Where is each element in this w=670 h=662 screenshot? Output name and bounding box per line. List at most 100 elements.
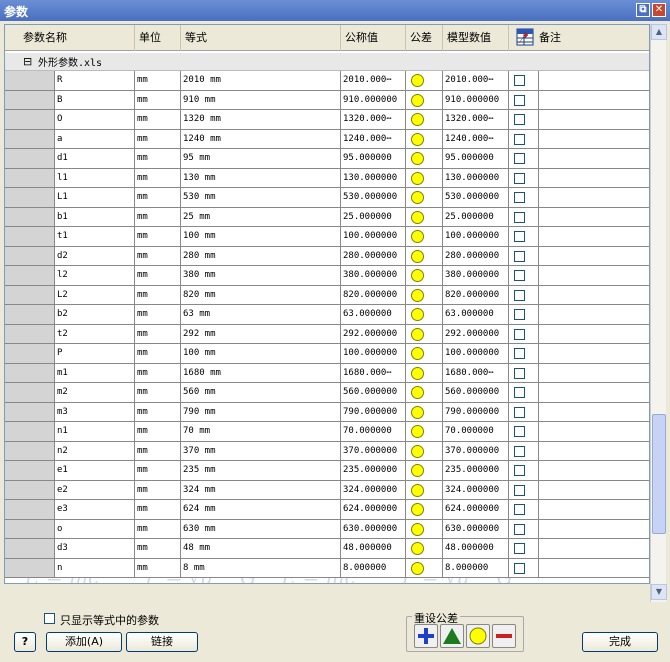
- param-nominal[interactable]: 1240.000⋯: [341, 129, 406, 149]
- param-equation[interactable]: 292 mm: [181, 324, 341, 344]
- param-unit[interactable]: mm: [135, 246, 181, 266]
- param-unit[interactable]: mm: [135, 500, 181, 520]
- param-export-checkbox[interactable]: [509, 519, 539, 539]
- param-export-checkbox[interactable]: [509, 90, 539, 110]
- param-tolerance[interactable]: [406, 246, 443, 266]
- yellow-circle-icon[interactable]: [411, 366, 424, 380]
- param-nominal[interactable]: 624.000000: [341, 500, 406, 520]
- yellow-circle-icon[interactable]: [411, 191, 424, 204]
- column-header-tolerance[interactable]: 公差: [406, 25, 443, 51]
- param-equation[interactable]: 70 mm: [181, 422, 341, 442]
- param-tolerance[interactable]: [406, 305, 443, 325]
- yellow-circle-icon[interactable]: [411, 74, 424, 87]
- param-tolerance[interactable]: [406, 285, 443, 305]
- table-row[interactable]: b1 mm 25 mm 25.000000 25.000000: [5, 207, 649, 227]
- param-name[interactable]: e2: [55, 480, 135, 500]
- param-export-checkbox[interactable]: [509, 71, 539, 91]
- param-tolerance[interactable]: [406, 500, 443, 520]
- table-row[interactable]: a mm 1240 mm 1240.000⋯ 1240.000⋯: [5, 129, 649, 149]
- param-model-value[interactable]: 560.000000: [443, 383, 509, 403]
- param-nominal[interactable]: 100.000000: [341, 227, 406, 247]
- param-export-checkbox[interactable]: [509, 461, 539, 481]
- restore-button[interactable]: ⧉: [636, 3, 650, 17]
- param-equation[interactable]: 8 mm: [181, 558, 341, 578]
- param-model-value[interactable]: 2010.000⋯: [443, 71, 509, 91]
- table-row[interactable]: l1 mm 130 mm 130.000000 130.000000: [5, 168, 649, 188]
- show-equations-only-checkbox[interactable]: [44, 613, 55, 624]
- param-unit[interactable]: mm: [135, 480, 181, 500]
- export-checkbox[interactable]: [514, 484, 525, 496]
- param-model-value[interactable]: 25.000000: [443, 207, 509, 227]
- export-checkbox[interactable]: [514, 445, 525, 457]
- param-tolerance[interactable]: [406, 149, 443, 169]
- param-nominal[interactable]: 380.000000: [341, 266, 406, 286]
- column-header-model-value[interactable]: 模型数值: [443, 25, 509, 51]
- param-export-checkbox[interactable]: [509, 149, 539, 169]
- param-equation[interactable]: 910 mm: [181, 90, 341, 110]
- param-equation[interactable]: 1240 mm: [181, 129, 341, 149]
- param-equation[interactable]: 820 mm: [181, 285, 341, 305]
- yellow-circle-icon[interactable]: [411, 405, 424, 419]
- column-header-nominal[interactable]: 公称值: [341, 25, 406, 51]
- param-unit[interactable]: mm: [135, 188, 181, 208]
- param-tolerance[interactable]: [406, 441, 443, 461]
- param-equation[interactable]: 48 mm: [181, 539, 341, 559]
- param-export-checkbox[interactable]: [509, 539, 539, 559]
- export-checkbox[interactable]: [514, 250, 525, 262]
- param-unit[interactable]: mm: [135, 110, 181, 130]
- param-equation[interactable]: 324 mm: [181, 480, 341, 500]
- yellow-circle-icon[interactable]: [411, 152, 424, 165]
- param-model-value[interactable]: 820.000000: [443, 285, 509, 305]
- export-checkbox[interactable]: [514, 348, 525, 359]
- param-name[interactable]: m1: [55, 363, 135, 383]
- param-name[interactable]: b2: [55, 305, 135, 325]
- export-checkbox[interactable]: [514, 562, 525, 574]
- scroll-up-icon[interactable]: ▲: [651, 24, 667, 40]
- param-equation[interactable]: 1680 mm: [181, 363, 341, 383]
- param-export-checkbox[interactable]: [509, 188, 539, 208]
- tolerance-upper-button[interactable]: [440, 624, 464, 648]
- scroll-thumb[interactable]: [652, 414, 666, 534]
- export-checkbox[interactable]: [514, 465, 525, 476]
- param-equation[interactable]: 530 mm: [181, 188, 341, 208]
- param-tolerance[interactable]: [406, 129, 443, 149]
- param-model-value[interactable]: 235.000000: [443, 461, 509, 481]
- param-unit[interactable]: mm: [135, 402, 181, 422]
- table-row[interactable]: Omm 1320 mm 1320.000⋯ 1320.000⋯: [5, 110, 649, 130]
- param-equation[interactable]: 370 mm: [181, 441, 341, 461]
- param-name[interactable]: e3: [55, 500, 135, 520]
- yellow-circle-icon[interactable]: [411, 483, 424, 497]
- param-equation[interactable]: 2010 mm: [181, 71, 341, 91]
- param-nominal[interactable]: 910.000000: [341, 90, 406, 110]
- param-tolerance[interactable]: [406, 227, 443, 247]
- param-equation[interactable]: 25 mm: [181, 207, 341, 227]
- yellow-circle-icon[interactable]: [411, 347, 424, 360]
- param-model-value[interactable]: 63.000000: [443, 305, 509, 325]
- table-row[interactable]: n1 mm 70 mm 70.000000 70.000000: [5, 422, 649, 442]
- param-unit[interactable]: mm: [135, 363, 181, 383]
- table-row[interactable]: d1 mm 95 mm 95.000000 95.000000: [5, 149, 649, 169]
- help-button[interactable]: ?: [14, 632, 36, 652]
- export-checkbox[interactable]: [514, 172, 525, 184]
- param-export-checkbox[interactable]: [509, 305, 539, 325]
- param-name[interactable]: o: [55, 519, 135, 539]
- param-name[interactable]: L2: [55, 285, 135, 305]
- param-unit[interactable]: mm: [135, 227, 181, 247]
- param-name[interactable]: d3: [55, 539, 135, 559]
- export-checkbox[interactable]: [514, 367, 525, 379]
- param-tolerance[interactable]: [406, 480, 443, 500]
- param-tolerance[interactable]: [406, 402, 443, 422]
- param-export-checkbox[interactable]: [509, 344, 539, 364]
- link-button[interactable]: 链接: [126, 632, 198, 652]
- param-export-checkbox[interactable]: [509, 227, 539, 247]
- param-name[interactable]: B: [55, 90, 135, 110]
- param-model-value[interactable]: 630.000000: [443, 519, 509, 539]
- param-unit[interactable]: mm: [135, 168, 181, 188]
- column-header-equation[interactable]: 等式: [181, 25, 341, 51]
- param-equation[interactable]: 100 mm: [181, 344, 341, 364]
- param-unit[interactable]: mm: [135, 461, 181, 481]
- param-equation[interactable]: 790 mm: [181, 402, 341, 422]
- param-model-value[interactable]: 95.000000: [443, 149, 509, 169]
- param-unit[interactable]: mm: [135, 422, 181, 442]
- param-name[interactable]: a: [55, 129, 135, 149]
